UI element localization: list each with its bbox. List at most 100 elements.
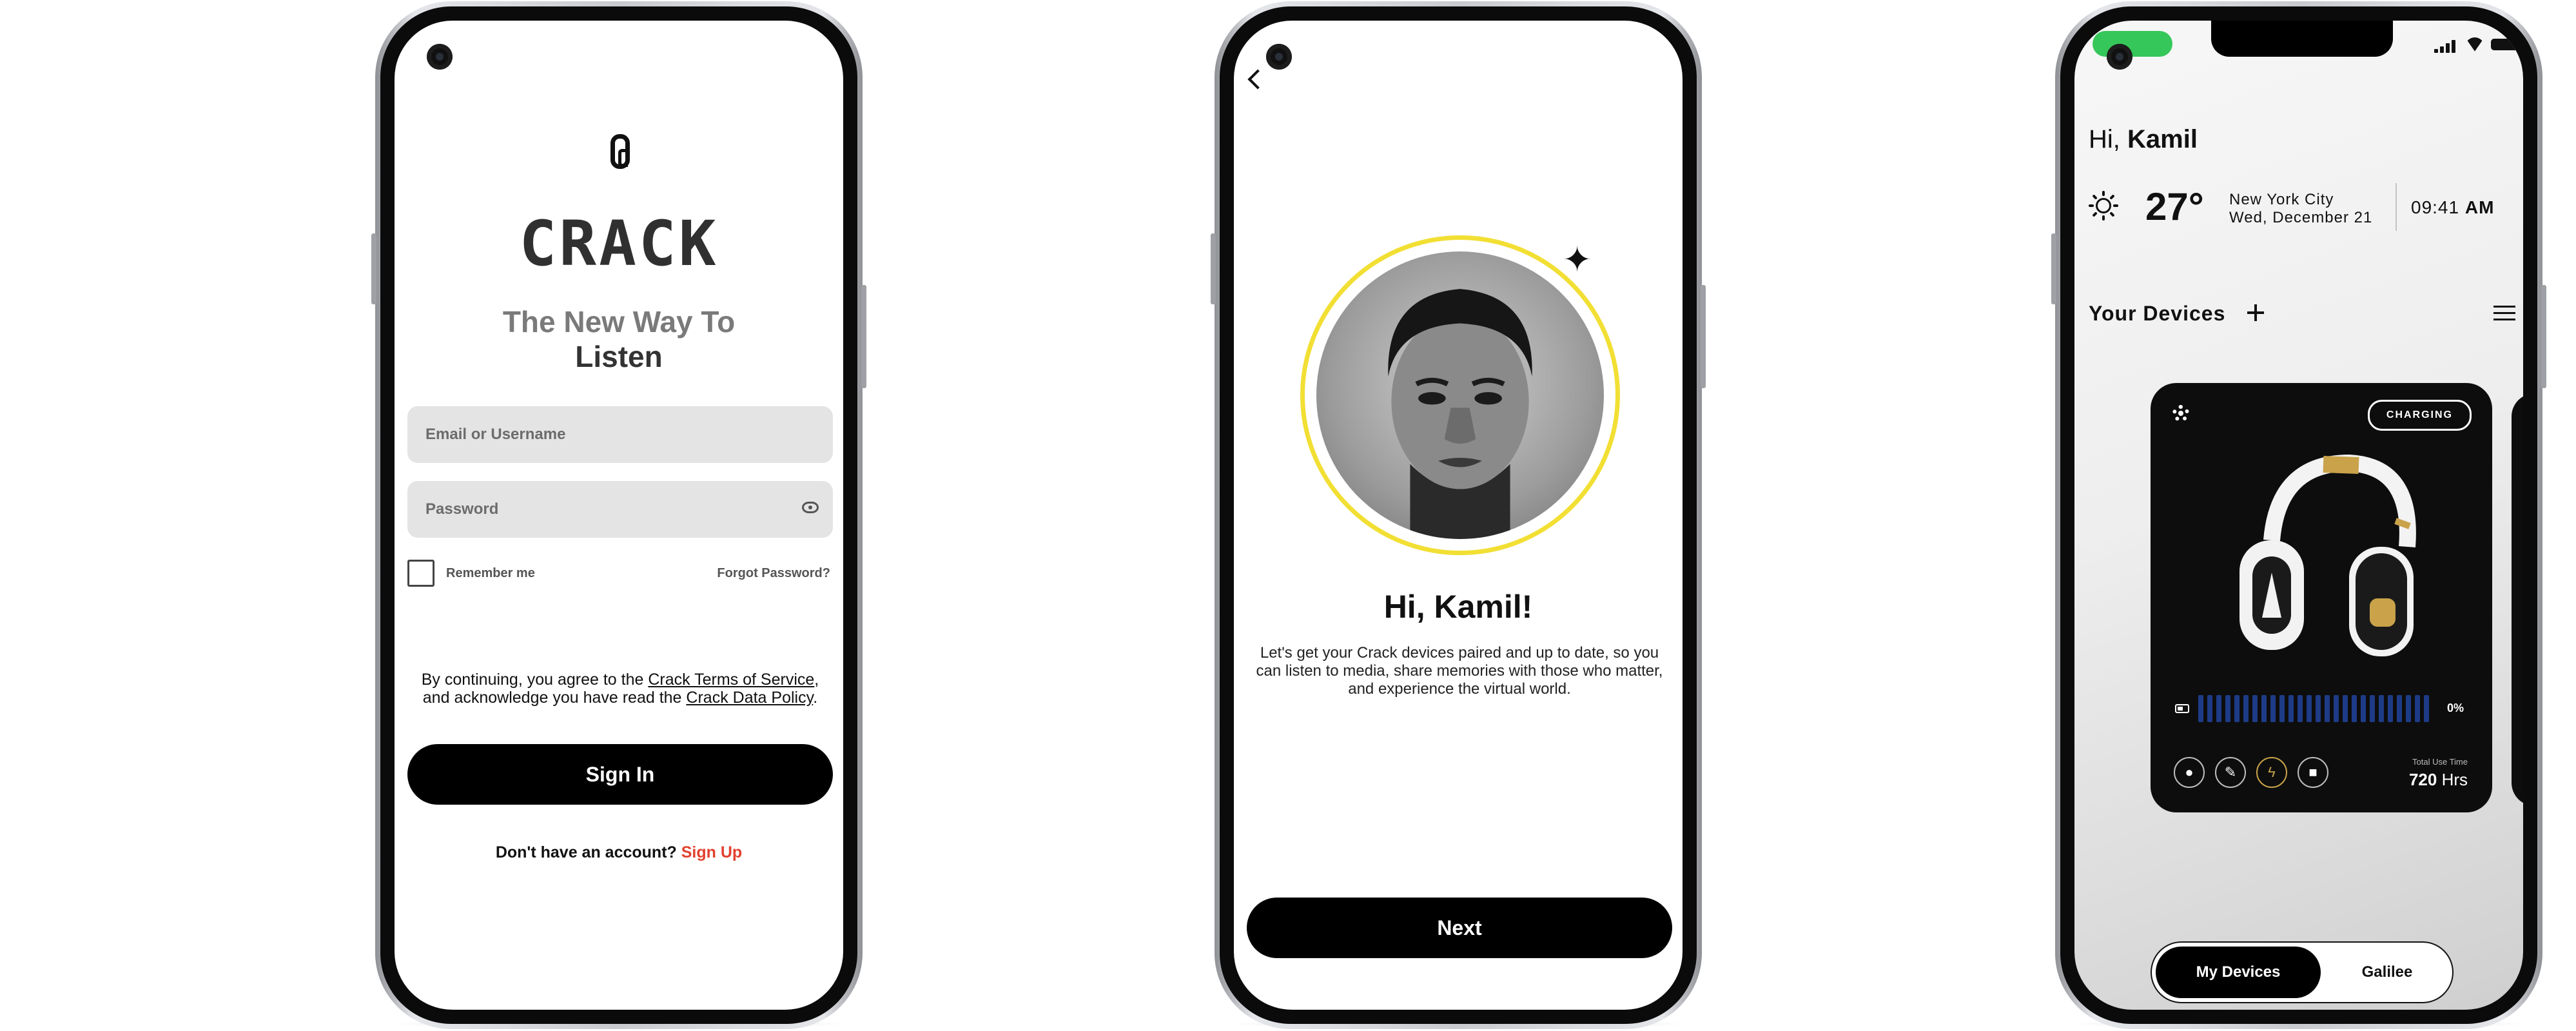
remember-checkbox[interactable] (407, 560, 434, 587)
terms-link[interactable]: Crack Terms of Service (648, 671, 814, 689)
location-icon[interactable]: ● (2174, 757, 2205, 788)
date: Wed, December 21 (2229, 209, 2373, 226)
remember-label: Remember me (446, 566, 535, 580)
tab-my-devices[interactable]: My Devices (2156, 947, 2321, 998)
tagline-line1: The New Way To (502, 305, 736, 339)
power-button (861, 285, 866, 388)
password-placeholder: Password (425, 500, 499, 518)
status-pill (2093, 31, 2172, 57)
notch (2211, 21, 2393, 57)
welcome-screen: ✦ Hi, Kamil! Let's get your Crack device… (1234, 21, 1683, 1010)
level-bar (2279, 695, 2285, 722)
avatar (1316, 251, 1604, 539)
email-field[interactable]: Email or Username (407, 406, 833, 463)
terms-prefix: By continuing, you agree to the (421, 671, 649, 689)
level-bar (2207, 695, 2212, 722)
clock: 09:41 AM (2411, 197, 2494, 218)
password-field[interactable]: Password (407, 481, 833, 538)
power-button (2541, 285, 2546, 388)
gear-icon[interactable] (2172, 405, 2189, 422)
tagline-line2: Listen (575, 340, 663, 373)
level-bar (2325, 695, 2330, 722)
camera-icon (2107, 44, 2132, 70)
camera-icon (1266, 44, 1292, 70)
avatar-portrait (1388, 289, 1532, 539)
next-device-card[interactable] (2512, 393, 2523, 806)
back-icon[interactable] (1247, 69, 1268, 90)
level-bar (2198, 695, 2203, 722)
login-screen: CRACK The New Way To Listen Email or Use… (395, 21, 843, 1010)
device-tabs: My Devices Galilee (2151, 941, 2454, 1003)
level-bar (2424, 695, 2429, 722)
device-card[interactable]: CHARGING 0% ● ✎ ϟ ■ Total Use Time 720 H… (2151, 383, 2492, 812)
signup-row: Don't have an account? Sign Up (395, 843, 843, 862)
camera-icon (427, 44, 453, 70)
no-account-text: Don't have an account? (495, 843, 677, 861)
volume-button (371, 233, 376, 304)
forgot-password-link[interactable]: Forgot Password? (717, 566, 830, 581)
plus-icon[interactable] (2246, 303, 2265, 322)
volume-button (2051, 233, 2056, 304)
sign-up-link[interactable]: Sign Up (681, 843, 742, 861)
terms-text: By continuing, you agree to the Crack Te… (407, 671, 833, 707)
policy-link[interactable]: Crack Data Policy (686, 689, 813, 707)
total-use-unit: Hrs (2441, 770, 2468, 789)
battery-percent: 0% (2447, 702, 2464, 714)
hi-prefix: Hi, (2089, 125, 2120, 153)
user-name: Kamil (2127, 125, 2198, 153)
level-bar (2261, 695, 2267, 722)
brand-wordmark: CRACK (519, 208, 719, 280)
volume-button (1211, 233, 1216, 304)
temperature: 27° (2145, 185, 2204, 228)
level-bar (2298, 695, 2303, 722)
divider (2395, 183, 2397, 231)
list-icon[interactable] (2493, 306, 2515, 321)
terms-suffix: . (813, 689, 818, 707)
level-bar (2415, 695, 2420, 722)
wifi-icon (2465, 37, 2484, 52)
next-button[interactable]: Next (1247, 898, 1672, 958)
email-placeholder: Email or Username (425, 426, 566, 443)
level-bar (2361, 695, 2366, 722)
bolt-icon[interactable]: ϟ (2256, 757, 2287, 788)
eye-icon[interactable] (802, 502, 819, 513)
level-bar (2343, 695, 2348, 722)
lock-icon[interactable]: ■ (2298, 757, 2328, 788)
phone-welcome: ✦ Hi, Kamil! Let's get your Crack device… (1211, 1, 1706, 1029)
battery-level-bars (2198, 695, 2435, 722)
level-bar (2370, 695, 2375, 722)
total-use-label: Total Use Time (2412, 757, 2468, 767)
hi-greeting: Hi, Kamil (2089, 125, 2198, 154)
level-bar (2307, 695, 2312, 722)
level-bar (2225, 695, 2230, 722)
battery-icon (2491, 39, 2518, 50)
total-use-time: 720 Hrs (2409, 770, 2468, 790)
charging-badge: CHARGING (2367, 400, 2472, 431)
headphones-image (2239, 454, 2416, 656)
welcome-greeting: Hi, Kamil! (1383, 589, 1533, 625)
crack-logo-icon (610, 134, 630, 169)
total-use-value: 720 (2408, 770, 2437, 789)
avatar-ring (1300, 235, 1620, 555)
signal-icon (2434, 40, 2456, 53)
home-screen: Hi, Kamil 27° New York City Wed, Decembe… (2074, 21, 2523, 1010)
clock-ampm: AM (2464, 197, 2495, 217)
level-bar (2316, 695, 2321, 722)
tab-galilee[interactable]: Galilee (2326, 947, 2448, 998)
phone-home: Hi, Kamil 27° New York City Wed, Decembe… (2051, 1, 2546, 1029)
level-bar (2334, 695, 2339, 722)
sun-icon (2089, 191, 2118, 221)
level-bar (2288, 695, 2294, 722)
devices-heading: Your Devices (2089, 302, 2226, 325)
city: New York City (2229, 191, 2334, 208)
clock-time: 09:41 (2411, 197, 2460, 217)
wrench-icon[interactable]: ✎ (2215, 757, 2246, 788)
level-bar (2216, 695, 2221, 722)
level-bar (2379, 695, 2384, 722)
power-button (1701, 285, 1706, 388)
welcome-blurb: Let's get your Crack devices paired and … (1256, 644, 1663, 698)
battery-small-icon (2175, 704, 2189, 713)
level-bar (2406, 695, 2411, 722)
level-bar (2234, 695, 2239, 722)
sign-in-button[interactable]: Sign In (407, 744, 833, 805)
